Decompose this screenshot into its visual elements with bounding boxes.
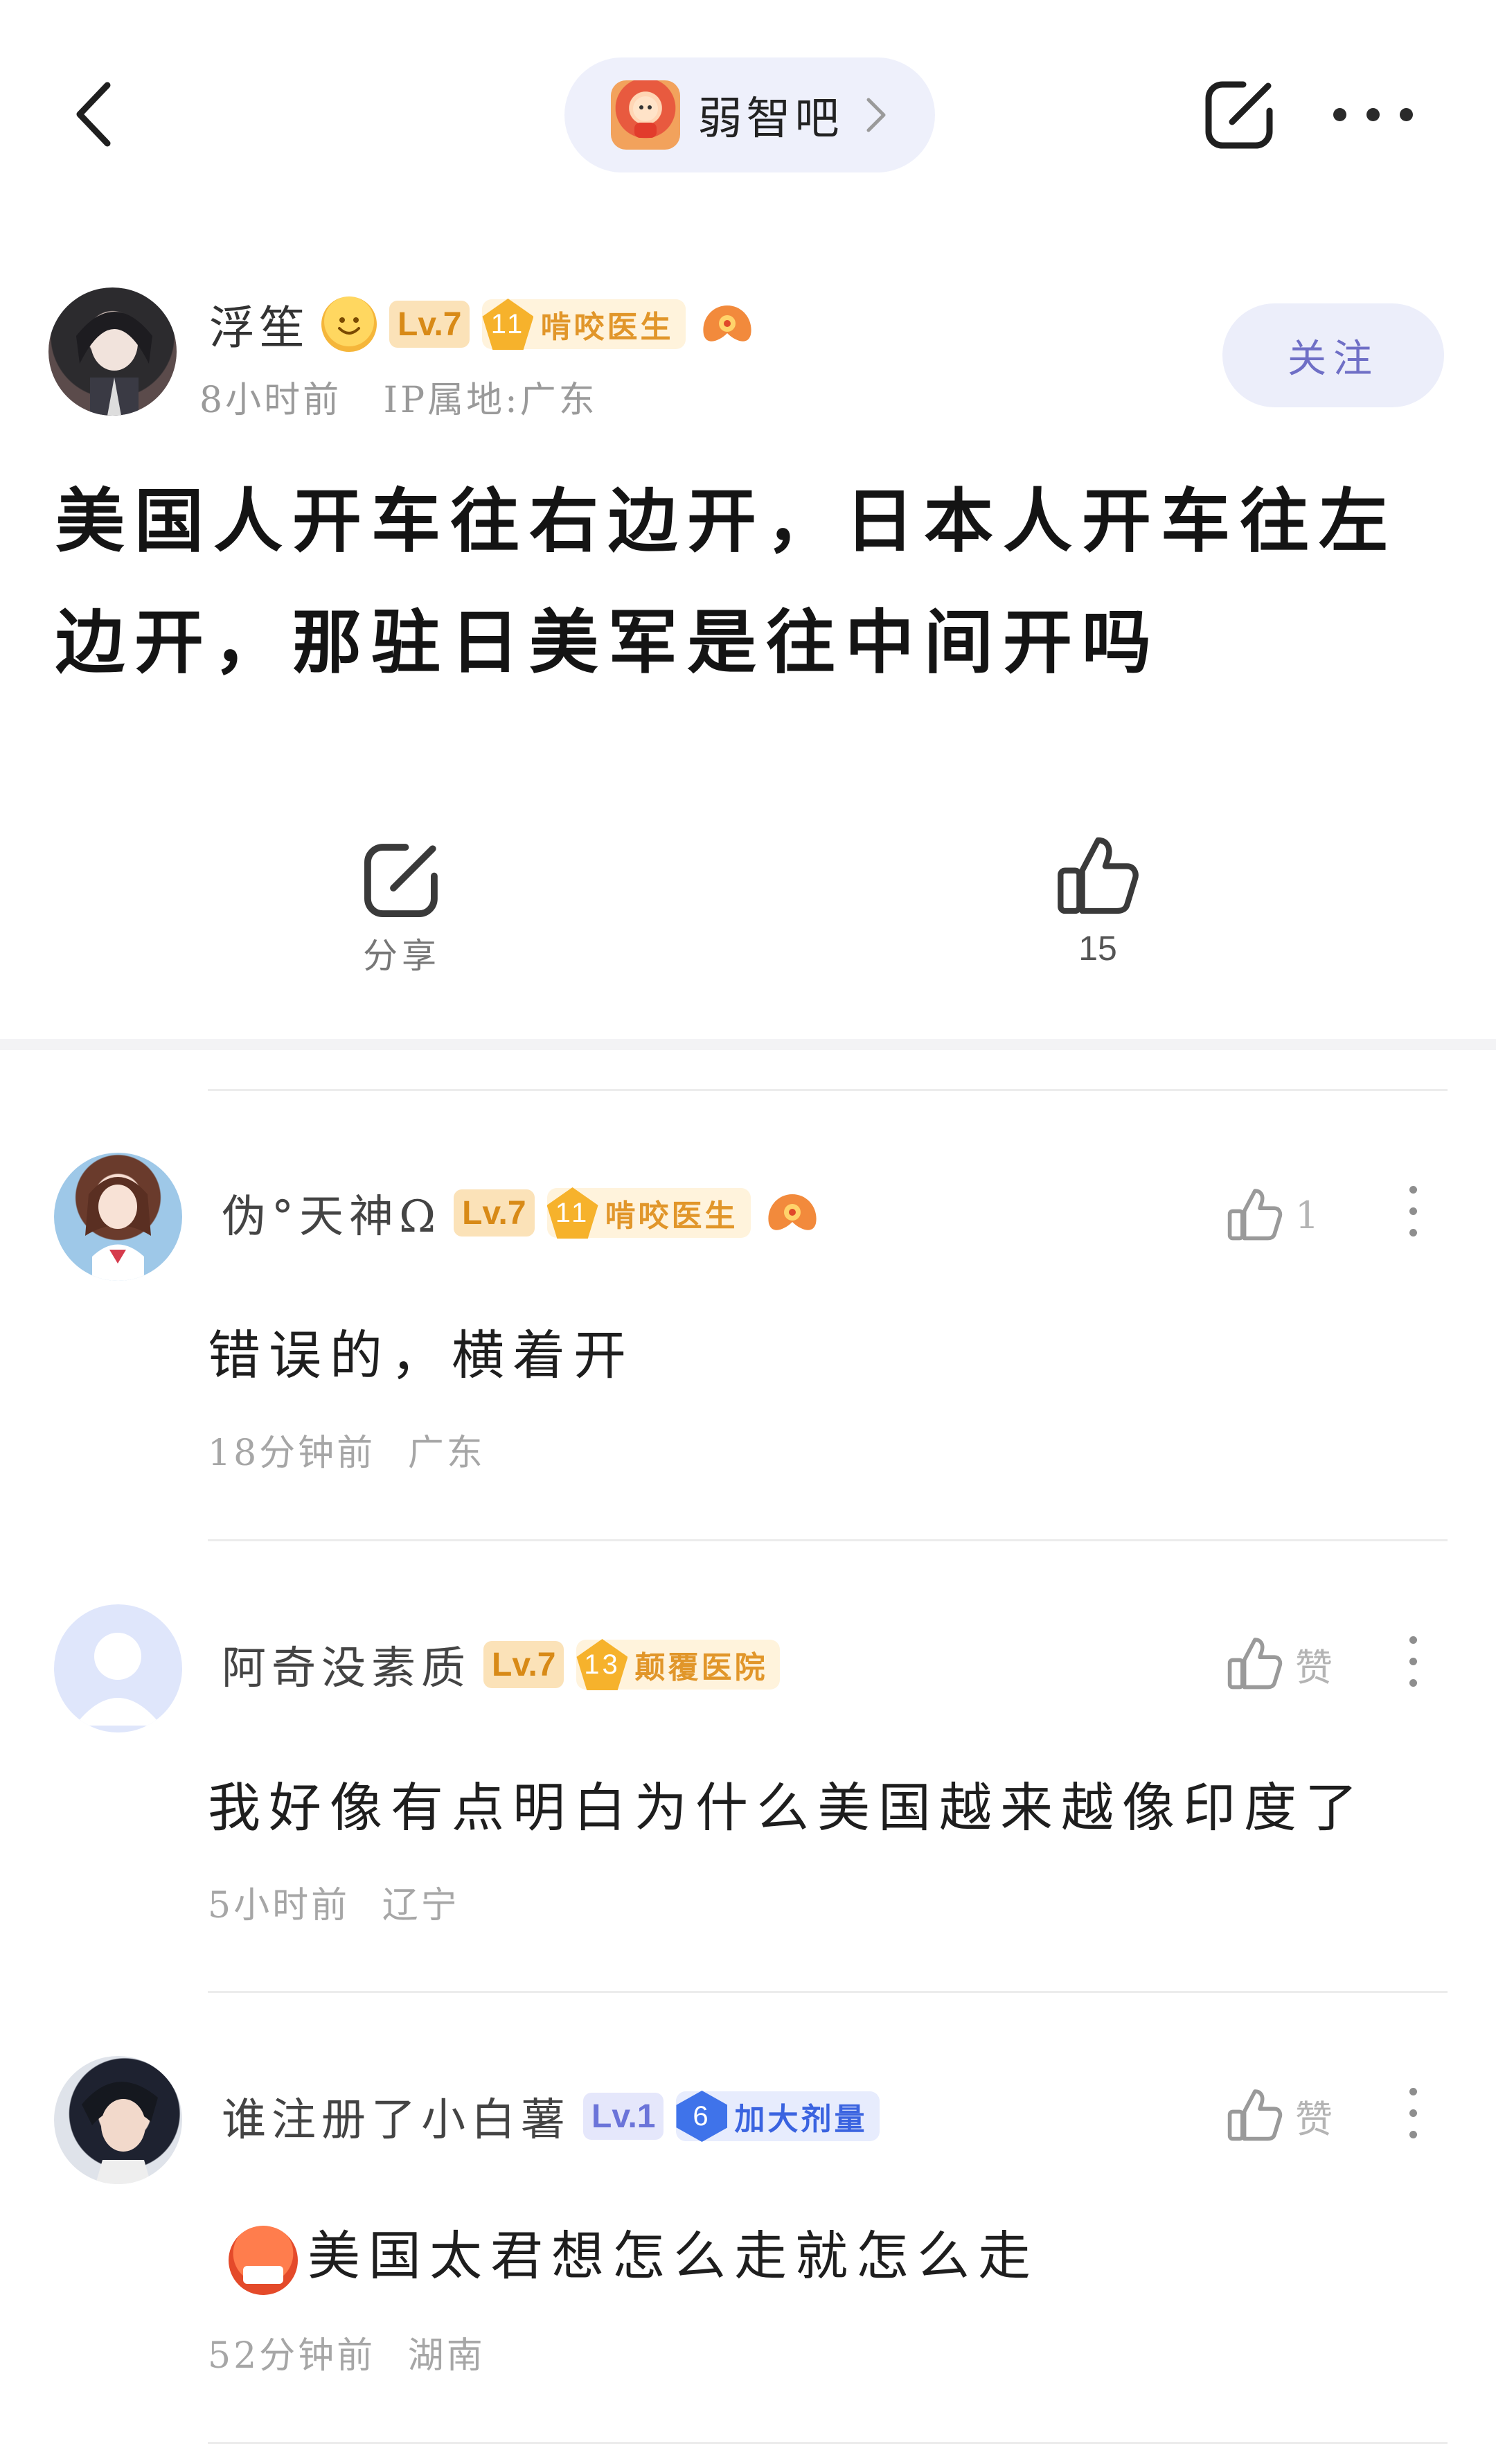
thumbs-up-icon — [1227, 1638, 1283, 1690]
level-tag: Lv.1 — [583, 2093, 664, 2140]
badge-gem-icon: 11 — [546, 1187, 598, 1239]
comment-username[interactable]: 伪°天神Ω — [222, 1181, 441, 1245]
title-badge: 11 啃咬医生 — [482, 299, 686, 350]
like-action[interactable]: 15 — [1042, 831, 1153, 968]
comment-location: 辽宁 — [382, 1885, 460, 1926]
angry-emoji-icon — [229, 2226, 298, 2295]
dot — [1400, 107, 1413, 121]
share-action[interactable]: 分享 — [346, 838, 457, 978]
share-icon — [1205, 81, 1273, 149]
thumbs-up-icon — [1057, 837, 1139, 914]
comment-username[interactable]: 阿奇没素质 — [222, 1633, 471, 1696]
thumbs-up-icon — [1227, 2089, 1283, 2141]
badge-title: 加大剂量 — [734, 2102, 868, 2137]
share-icon — [364, 844, 438, 917]
like-count: 15 — [1078, 929, 1117, 968]
comment-location: 湖南 — [407, 2335, 486, 2377]
comment-like-button[interactable]: 赞 — [1226, 2085, 1333, 2146]
comment-divider — [208, 1991, 1448, 1993]
comment-like-button[interactable]: 赞 — [1226, 1633, 1333, 1694]
share-label: 分享 — [363, 936, 440, 976]
comment-meta: 5小时前 辽宁 — [208, 1876, 460, 1928]
forum-pill[interactable]: 弱智吧 — [564, 57, 935, 172]
comment-time: 18分钟前 — [208, 1433, 376, 1474]
comment-like-button[interactable]: 1 — [1226, 1185, 1319, 1246]
dot — [1409, 1186, 1417, 1194]
dot — [1366, 107, 1380, 121]
comment-divider — [208, 1539, 1448, 1541]
post-author-row: 浮笙 Lv.7 11 啃咬医生 — [209, 291, 756, 357]
dot — [1409, 1679, 1417, 1687]
dot — [1409, 1229, 1417, 1237]
like-label: 赞 — [1295, 1645, 1333, 1690]
like-count: 1 — [1295, 1193, 1319, 1237]
post-title: 美国人开车往右边开，日本人开车往左边开，那驻日美军是往中间开吗 — [55, 480, 1398, 683]
comment-text-body: 美国太君想怎么走就怎么走 — [308, 2225, 1039, 2287]
comment-time: 52分钟前 — [208, 2335, 376, 2377]
comment-more-button[interactable] — [1406, 1636, 1420, 1687]
post-author-name[interactable]: 浮笙 — [209, 291, 309, 357]
comment-meta: 52分钟前 湖南 — [208, 2326, 486, 2378]
dot — [1409, 2088, 1417, 2095]
comment-user-row: 伪°天神Ω Lv.7 11 啃咬医生 — [222, 1181, 821, 1245]
post-ip-location: IP属地:广东 — [383, 380, 598, 421]
header-share-button[interactable] — [1202, 76, 1278, 152]
comment-avatar[interactable] — [54, 2056, 182, 2184]
dot — [1409, 2131, 1417, 2138]
section-divider — [0, 1039, 1496, 1050]
badge-title: 啃咬医生 — [605, 1198, 738, 1234]
forum-avatar — [610, 80, 680, 150]
dot — [1409, 2109, 1417, 2117]
chevron-left-icon — [76, 82, 111, 147]
comment-time: 5小时前 — [208, 1885, 350, 1926]
post-time: 8小时前 — [199, 380, 342, 421]
title-badge: 6 加大剂量 — [676, 2091, 880, 2142]
dot — [1333, 107, 1346, 121]
follow-button[interactable]: 关注 — [1222, 303, 1444, 407]
level-tag: Lv.7 — [483, 1641, 564, 1688]
smile-emoji-icon — [321, 296, 377, 352]
post-meta: 8小时前 IP属地:广东 — [199, 371, 598, 423]
level-tag: Lv.7 — [389, 301, 470, 348]
comment-text: 美国太君想怎么走就怎么走 — [229, 2213, 1039, 2295]
dot — [1409, 1636, 1417, 1644]
badge-gem-icon: 13 — [576, 1639, 628, 1690]
like-label: 赞 — [1295, 2097, 1333, 2141]
comment-username[interactable]: 谁注册了小白薯 — [222, 2084, 571, 2148]
comment-meta: 18分钟前 广东 — [208, 1424, 486, 1475]
dot — [1409, 1207, 1417, 1215]
comment-location: 广东 — [407, 1433, 486, 1474]
level-tag: Lv.7 — [454, 1189, 535, 1237]
comment-divider — [208, 2442, 1448, 2444]
post-author-avatar[interactable] — [48, 287, 177, 416]
badge-gem-icon: 11 — [482, 299, 534, 350]
mascot-icon — [763, 1189, 821, 1237]
more-button[interactable] — [1333, 83, 1413, 145]
badge-title: 啃咬医生 — [540, 310, 674, 345]
thumbs-up-icon — [1227, 1189, 1283, 1241]
badge-title: 颠覆医院 — [634, 1650, 768, 1685]
comment-more-button[interactable] — [1406, 1186, 1420, 1237]
dot — [1409, 1658, 1417, 1665]
back-button[interactable] — [62, 76, 125, 152]
badge-gem-icon: 6 — [676, 2091, 728, 2142]
comment-text: 错误的，横着开 — [208, 1324, 634, 1386]
forum-name: 弱智吧 — [697, 94, 844, 145]
chevron-right-icon — [866, 98, 885, 132]
mascot-icon — [698, 300, 756, 348]
comment-user-row: 谁注册了小白薯 Lv.1 6 加大剂量 — [222, 2084, 880, 2148]
title-badge: 11 啃咬医生 — [546, 1187, 751, 1239]
title-badge: 13 颠覆医院 — [576, 1639, 781, 1690]
comment-divider — [208, 1089, 1448, 1091]
comment-more-button[interactable] — [1406, 2088, 1420, 2138]
comment-user-row: 阿奇没素质 Lv.7 13 颠覆医院 — [222, 1633, 781, 1696]
comment-avatar[interactable] — [54, 1153, 182, 1281]
comment-text: 我好像有点明白为什么美国越来越像印度了 — [208, 1777, 1366, 1838]
comment-avatar[interactable] — [54, 1604, 182, 1732]
